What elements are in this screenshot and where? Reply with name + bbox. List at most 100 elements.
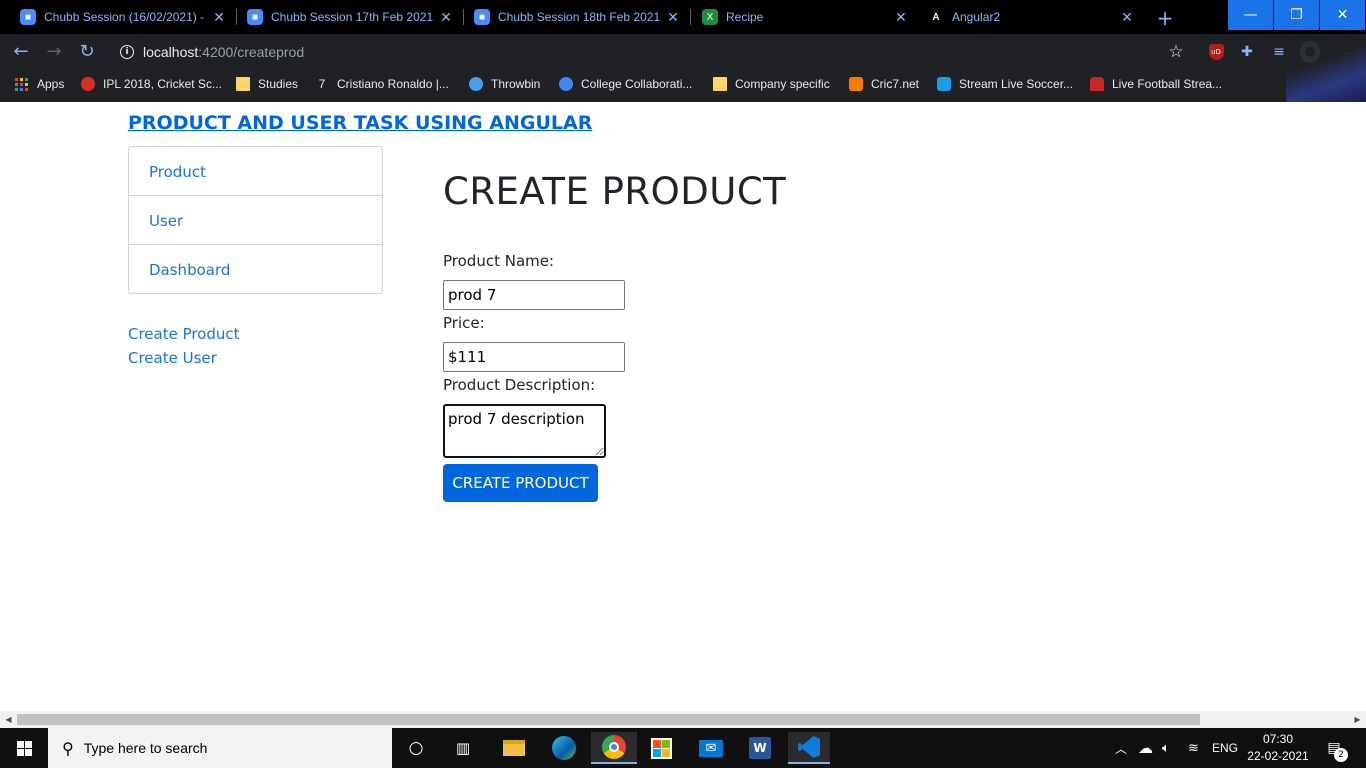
product-description-label: Product Description:: [443, 376, 596, 394]
taskbar-clock[interactable]: 07:30 22-02-2021: [1240, 731, 1316, 765]
bookmark-throwbin[interactable]: Throwbin: [469, 77, 540, 91]
start-button[interactable]: [0, 728, 48, 768]
forward-button[interactable]: →: [43, 41, 65, 63]
url-path: :4200/createprod: [198, 44, 305, 60]
bookmark-company-specific[interactable]: Company specific: [713, 77, 830, 91]
cortana-icon[interactable]: ○: [396, 732, 436, 764]
bookmark-label: Stream Live Soccer...: [959, 77, 1074, 91]
task-view-icon[interactable]: ▥: [443, 732, 483, 764]
search-placeholder: Type here to search: [83, 740, 208, 756]
site-info-icon[interactable]: i: [120, 45, 134, 59]
tab-chubb-session-18[interactable]: ■ Chubb Session 18th Feb 2021 ✕: [454, 0, 687, 34]
bookmark-star-icon[interactable]: ☆: [1166, 42, 1186, 62]
s2w-icon: [937, 77, 951, 91]
bookmark-apps[interactable]: Apps: [15, 77, 64, 91]
show-hidden-icons-button[interactable]: ︿: [1115, 728, 1127, 768]
close-tab-icon[interactable]: ✕: [665, 9, 681, 26]
page-content: PRODUCT AND USER TASK USING ANGULAR Prod…: [0, 102, 1366, 711]
bookmark-label: College Collaborati...: [581, 77, 693, 91]
chrome-taskbar-icon[interactable]: [591, 732, 637, 764]
microsoft-store-icon[interactable]: [641, 732, 681, 764]
scroll-right-icon[interactable]: ▶: [1349, 711, 1366, 728]
price-input[interactable]: [443, 342, 625, 372]
bookmark-label: Live Football Strea...: [1112, 77, 1223, 91]
edge-browser-icon[interactable]: [544, 732, 584, 764]
tab-angular2[interactable]: A Angular2 ✕: [908, 0, 1141, 34]
bookmark-live-football-stream[interactable]: Live Football Strea...: [1090, 77, 1222, 91]
close-tab-icon[interactable]: ✕: [893, 9, 909, 26]
language-indicator[interactable]: ENG: [1212, 728, 1238, 768]
scroll-left-icon[interactable]: ◀: [0, 711, 17, 728]
sidebar-links: Create Product Create User: [128, 322, 240, 370]
back-button[interactable]: ←: [10, 41, 32, 63]
new-tab-button[interactable]: +: [1155, 6, 1175, 30]
create-product-button[interactable]: CREATE PRODUCT: [443, 464, 598, 502]
bookmark-college-collaboration[interactable]: College Collaborati...: [559, 77, 692, 91]
bookmark-label: IPL 2018, Cricket Sc...: [103, 77, 222, 91]
price-label: Price:: [443, 314, 485, 332]
tab-recipe[interactable]: X Recipe ✕: [682, 0, 915, 34]
nav-item-user[interactable]: User: [128, 195, 383, 245]
url-host: localhost: [143, 44, 199, 60]
windows-logo-icon: [16, 740, 32, 756]
close-tab-icon[interactable]: ✕: [211, 9, 227, 26]
spreadsheet-icon: X: [702, 9, 718, 25]
vscode-icon[interactable]: [788, 732, 830, 764]
bookmark-label: Company specific: [735, 77, 830, 91]
notification-count-badge: 2: [1334, 748, 1348, 762]
nav-item-product[interactable]: Product: [128, 146, 383, 196]
app-title-link[interactable]: PRODUCT AND USER TASK USING ANGULAR: [128, 112, 592, 134]
tab-title: Chubb Session 17th Feb 2021: [271, 10, 434, 24]
bookmark-label: Cristiano Ronaldo |...: [337, 77, 449, 91]
clock-date: 22-02-2021: [1247, 749, 1309, 763]
taskbar-search-box[interactable]: ⚲ Type here to search: [48, 728, 392, 768]
blogger-icon: [849, 77, 863, 91]
angular-icon: A: [932, 11, 940, 23]
bookmark-ipl-2018[interactable]: IPL 2018, Cricket Sc...: [81, 77, 222, 91]
create-product-link[interactable]: Create Product: [128, 322, 240, 346]
wifi-icon[interactable]: ≋: [1188, 728, 1199, 768]
search-icon: ⚲: [62, 738, 74, 758]
mail-icon[interactable]: ✉: [691, 732, 731, 764]
volume-icon[interactable]: 🔈︎: [1162, 728, 1170, 768]
zoom-icon: ■: [20, 9, 36, 25]
create-product-form: CREATE PRODUCT Product Name: Price: Prod…: [443, 170, 787, 502]
product-name-input[interactable]: [443, 280, 625, 310]
close-tab-icon[interactable]: ✕: [438, 9, 454, 26]
create-user-link[interactable]: Create User: [128, 346, 240, 370]
tab-title: Recipe: [726, 10, 764, 24]
file-explorer-icon[interactable]: [494, 732, 534, 764]
close-tab-icon[interactable]: ✕: [1119, 9, 1135, 26]
horizontal-scrollbar[interactable]: ◀ ▶: [0, 711, 1366, 728]
windows-taskbar: ⚲ Type here to search ○ ▥ ✉ W ︿ ☁ 🔈︎ ≋ E…: [0, 728, 1366, 768]
product-name-label: Product Name:: [443, 252, 555, 270]
scrollbar-thumb[interactable]: [17, 714, 1200, 725]
sidebar-nav: Product User Dashboard: [128, 146, 383, 294]
address-bar[interactable]: i localhost :4200/createprod: [108, 38, 1198, 66]
page-title: CREATE PRODUCT: [443, 170, 787, 213]
zoom-icon: ■: [247, 9, 263, 25]
tab-chubb-session-17[interactable]: ■ Chubb Session 17th Feb 2021 ✕: [227, 0, 460, 34]
tab-chubb-session-16[interactable]: ■ Chubb Session (16/02/2021) - ✕: [0, 0, 233, 34]
product-description-textarea[interactable]: prod 7 description: [443, 404, 606, 458]
nav-item-dashboard[interactable]: Dashboard: [128, 244, 383, 294]
tab-title: Chubb Session 18th Feb 2021: [498, 10, 661, 24]
bookmark-cristiano-ronaldo[interactable]: 7 Cristiano Ronaldo |...: [315, 77, 449, 91]
bookmark-label: Apps: [37, 77, 65, 91]
ublock-extension-icon[interactable]: uD: [1206, 42, 1226, 62]
bookmark-studies[interactable]: Studies: [236, 77, 298, 91]
onedrive-cloud-icon[interactable]: ☁: [1138, 728, 1153, 768]
close-window-button[interactable]: ✕: [1320, 0, 1365, 30]
bookmark-cric7[interactable]: Cric7.net: [849, 77, 919, 91]
minimize-button[interactable]: —: [1228, 0, 1273, 30]
bookmark-stream-live-soccer[interactable]: Stream Live Soccer...: [937, 77, 1073, 91]
word-icon[interactable]: W: [740, 732, 780, 764]
reload-button[interactable]: ↻: [76, 41, 98, 63]
restore-button[interactable]: ❐: [1274, 0, 1319, 30]
tab-title: Angular2: [952, 10, 1001, 24]
apps-grid-icon: [15, 77, 28, 91]
tab-title: Chubb Session (16/02/2021) -: [44, 10, 205, 24]
zoom-icon: ■: [474, 9, 490, 25]
ronaldo-icon: 7: [318, 77, 326, 91]
extensions-puzzle-icon[interactable]: ✚: [1237, 42, 1257, 62]
